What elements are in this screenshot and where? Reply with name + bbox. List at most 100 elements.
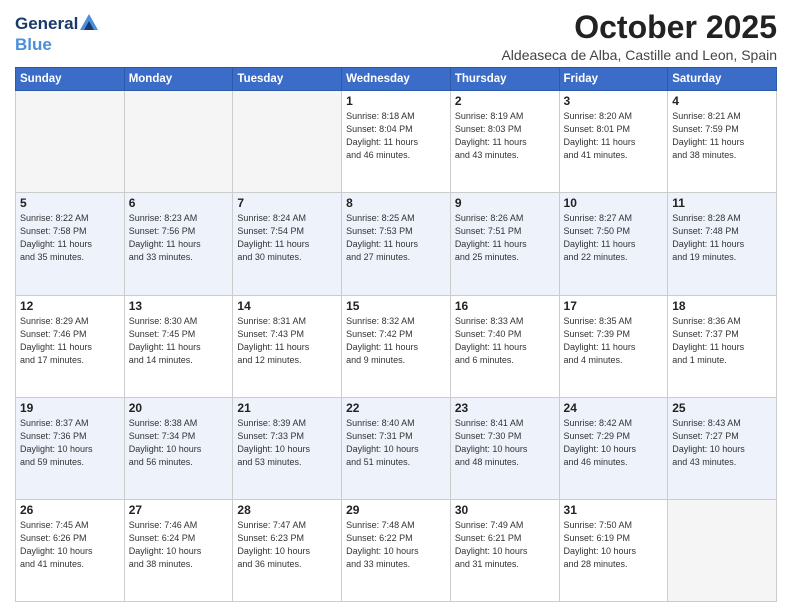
calendar-cell: 23 Sunrise: 8:41 AM Sunset: 7:30 PM Dayli…: [450, 397, 559, 499]
calendar-cell: 20 Sunrise: 8:38 AM Sunset: 7:34 PM Dayli…: [124, 397, 233, 499]
month-title: October 2025: [501, 10, 777, 45]
calendar-cell: 3 Sunrise: 8:20 AM Sunset: 8:01 PM Daylig…: [559, 91, 668, 193]
calendar-cell: 10 Sunrise: 8:27 AM Sunset: 7:50 PM Dayli…: [559, 193, 668, 295]
day-number: 31: [564, 503, 664, 517]
weekday-header: Sunday: [16, 68, 125, 91]
calendar-cell: 14Sunrise: 8:31 AM Sunset: 7:43 PM Dayli…: [233, 295, 342, 397]
calendar-cell: 2Sunrise: 8:19 AM Sunset: 8:03 PM Daylig…: [450, 91, 559, 193]
calendar-cell: [668, 499, 777, 601]
weekday-header: Friday: [559, 68, 668, 91]
calendar-cell: 12Sunrise: 8:29 AM Sunset: 7:46 PM Dayli…: [16, 295, 125, 397]
day-info: Sunrise: 8:39 AM Sunset: 7:33 PM Dayligh…: [237, 417, 337, 469]
day-info: Sunrise: 8:41 AM Sunset: 7:30 PM Dayligh…: [455, 417, 555, 469]
day-info: Sunrise: 7:47 AM Sunset: 6:23 PM Dayligh…: [237, 519, 337, 571]
logo-line2: Blue: [15, 35, 98, 55]
day-info: Sunrise: 8:21 AM Sunset: 7:59 PM Dayligh…: [672, 110, 772, 162]
calendar-cell: 22Sunrise: 8:40 AM Sunset: 7:31 PM Dayli…: [342, 397, 451, 499]
calendar-cell: 28 Sunrise: 7:47 AM Sunset: 6:23 PM Dayli…: [233, 499, 342, 601]
calendar-cell: 26 Sunrise: 7:45 AM Sunset: 6:26 PM Dayli…: [16, 499, 125, 601]
weekday-header: Thursday: [450, 68, 559, 91]
day-number: 11: [672, 196, 772, 210]
day-info: Sunrise: 7:50 AM Sunset: 6:19 PM Dayligh…: [564, 519, 664, 571]
logo-icon: [80, 14, 98, 30]
day-number: 30: [455, 503, 555, 517]
day-info: Sunrise: 8:36 AM Sunset: 7:37 PM Dayligh…: [672, 315, 772, 367]
calendar-cell: 21 Sunrise: 8:39 AM Sunset: 7:33 PM Dayli…: [233, 397, 342, 499]
day-info: Sunrise: 8:37 AM Sunset: 7:36 PM Dayligh…: [20, 417, 120, 469]
calendar-cell: 1Sunrise: 8:18 AM Sunset: 8:04 PM Daylig…: [342, 91, 451, 193]
day-info: Sunrise: 8:42 AM Sunset: 7:29 PM Dayligh…: [564, 417, 664, 469]
day-info: Sunrise: 8:23 AM Sunset: 7:56 PM Dayligh…: [129, 212, 229, 264]
day-info: Sunrise: 8:30 AM Sunset: 7:45 PM Dayligh…: [129, 315, 229, 367]
day-info: Sunrise: 8:27 AM Sunset: 7:50 PM Dayligh…: [564, 212, 664, 264]
calendar-cell: 30Sunrise: 7:49 AM Sunset: 6:21 PM Dayli…: [450, 499, 559, 601]
day-number: 19: [20, 401, 120, 415]
calendar-cell: 29 Sunrise: 7:48 AM Sunset: 6:22 PM Dayli…: [342, 499, 451, 601]
header: General Blue October 2025 Aldeaseca de A…: [15, 10, 777, 63]
day-number: 29: [346, 503, 446, 517]
day-info: Sunrise: 7:48 AM Sunset: 6:22 PM Dayligh…: [346, 519, 446, 571]
day-number: 18: [672, 299, 772, 313]
calendar-cell: 18 Sunrise: 8:36 AM Sunset: 7:37 PM Dayli…: [668, 295, 777, 397]
calendar-cell: 5 Sunrise: 8:22 AM Sunset: 7:58 PM Daylig…: [16, 193, 125, 295]
day-info: Sunrise: 8:32 AM Sunset: 7:42 PM Dayligh…: [346, 315, 446, 367]
logo-line1: General: [15, 14, 98, 35]
calendar-cell: 25 Sunrise: 8:43 AM Sunset: 7:27 PM Dayli…: [668, 397, 777, 499]
day-info: Sunrise: 7:46 AM Sunset: 6:24 PM Dayligh…: [129, 519, 229, 571]
calendar-week-row: 1Sunrise: 8:18 AM Sunset: 8:04 PM Daylig…: [16, 91, 777, 193]
day-info: Sunrise: 8:26 AM Sunset: 7:51 PM Dayligh…: [455, 212, 555, 264]
day-number: 10: [564, 196, 664, 210]
day-info: Sunrise: 8:33 AM Sunset: 7:40 PM Dayligh…: [455, 315, 555, 367]
day-number: 9: [455, 196, 555, 210]
calendar-cell: 9 Sunrise: 8:26 AM Sunset: 7:51 PM Daylig…: [450, 193, 559, 295]
calendar-header-row: SundayMondayTuesdayWednesdayThursdayFrid…: [16, 68, 777, 91]
day-number: 24: [564, 401, 664, 415]
day-number: 6: [129, 196, 229, 210]
day-number: 7: [237, 196, 337, 210]
day-info: Sunrise: 8:28 AM Sunset: 7:48 PM Dayligh…: [672, 212, 772, 264]
calendar-week-row: 26 Sunrise: 7:45 AM Sunset: 6:26 PM Dayli…: [16, 499, 777, 601]
page: General Blue October 2025 Aldeaseca de A…: [0, 0, 792, 612]
day-number: 8: [346, 196, 446, 210]
day-info: Sunrise: 8:25 AM Sunset: 7:53 PM Dayligh…: [346, 212, 446, 264]
calendar-cell: 17Sunrise: 8:35 AM Sunset: 7:39 PM Dayli…: [559, 295, 668, 397]
day-number: 15: [346, 299, 446, 313]
calendar-cell: [233, 91, 342, 193]
day-number: 17: [564, 299, 664, 313]
day-info: Sunrise: 7:45 AM Sunset: 6:26 PM Dayligh…: [20, 519, 120, 571]
calendar-cell: [16, 91, 125, 193]
day-info: Sunrise: 8:18 AM Sunset: 8:04 PM Dayligh…: [346, 110, 446, 162]
weekday-header: Saturday: [668, 68, 777, 91]
day-info: Sunrise: 8:29 AM Sunset: 7:46 PM Dayligh…: [20, 315, 120, 367]
calendar-table: SundayMondayTuesdayWednesdayThursdayFrid…: [15, 67, 777, 602]
day-info: Sunrise: 8:38 AM Sunset: 7:34 PM Dayligh…: [129, 417, 229, 469]
day-number: 25: [672, 401, 772, 415]
day-number: 13: [129, 299, 229, 313]
calendar-cell: 13 Sunrise: 8:30 AM Sunset: 7:45 PM Dayli…: [124, 295, 233, 397]
calendar-week-row: 19 Sunrise: 8:37 AM Sunset: 7:36 PM Dayli…: [16, 397, 777, 499]
calendar-cell: 4Sunrise: 8:21 AM Sunset: 7:59 PM Daylig…: [668, 91, 777, 193]
calendar-cell: 6 Sunrise: 8:23 AM Sunset: 7:56 PM Daylig…: [124, 193, 233, 295]
day-number: 21: [237, 401, 337, 415]
calendar-cell: 8 Sunrise: 8:25 AM Sunset: 7:53 PM Daylig…: [342, 193, 451, 295]
weekday-header: Wednesday: [342, 68, 451, 91]
day-number: 3: [564, 94, 664, 108]
day-info: Sunrise: 8:22 AM Sunset: 7:58 PM Dayligh…: [20, 212, 120, 264]
calendar-cell: 24 Sunrise: 8:42 AM Sunset: 7:29 PM Dayli…: [559, 397, 668, 499]
title-section: October 2025 Aldeaseca de Alba, Castille…: [501, 10, 777, 63]
day-info: Sunrise: 8:24 AM Sunset: 7:54 PM Dayligh…: [237, 212, 337, 264]
day-number: 22: [346, 401, 446, 415]
day-number: 23: [455, 401, 555, 415]
day-info: Sunrise: 8:20 AM Sunset: 8:01 PM Dayligh…: [564, 110, 664, 162]
calendar-week-row: 12Sunrise: 8:29 AM Sunset: 7:46 PM Dayli…: [16, 295, 777, 397]
day-number: 26: [20, 503, 120, 517]
day-number: 5: [20, 196, 120, 210]
day-number: 20: [129, 401, 229, 415]
day-number: 28: [237, 503, 337, 517]
weekday-header: Monday: [124, 68, 233, 91]
day-info: Sunrise: 8:43 AM Sunset: 7:27 PM Dayligh…: [672, 417, 772, 469]
calendar-week-row: 5 Sunrise: 8:22 AM Sunset: 7:58 PM Daylig…: [16, 193, 777, 295]
logo: General Blue: [15, 14, 98, 54]
calendar-cell: 11 Sunrise: 8:28 AM Sunset: 7:48 PM Dayli…: [668, 193, 777, 295]
calendar-cell: 7 Sunrise: 8:24 AM Sunset: 7:54 PM Daylig…: [233, 193, 342, 295]
